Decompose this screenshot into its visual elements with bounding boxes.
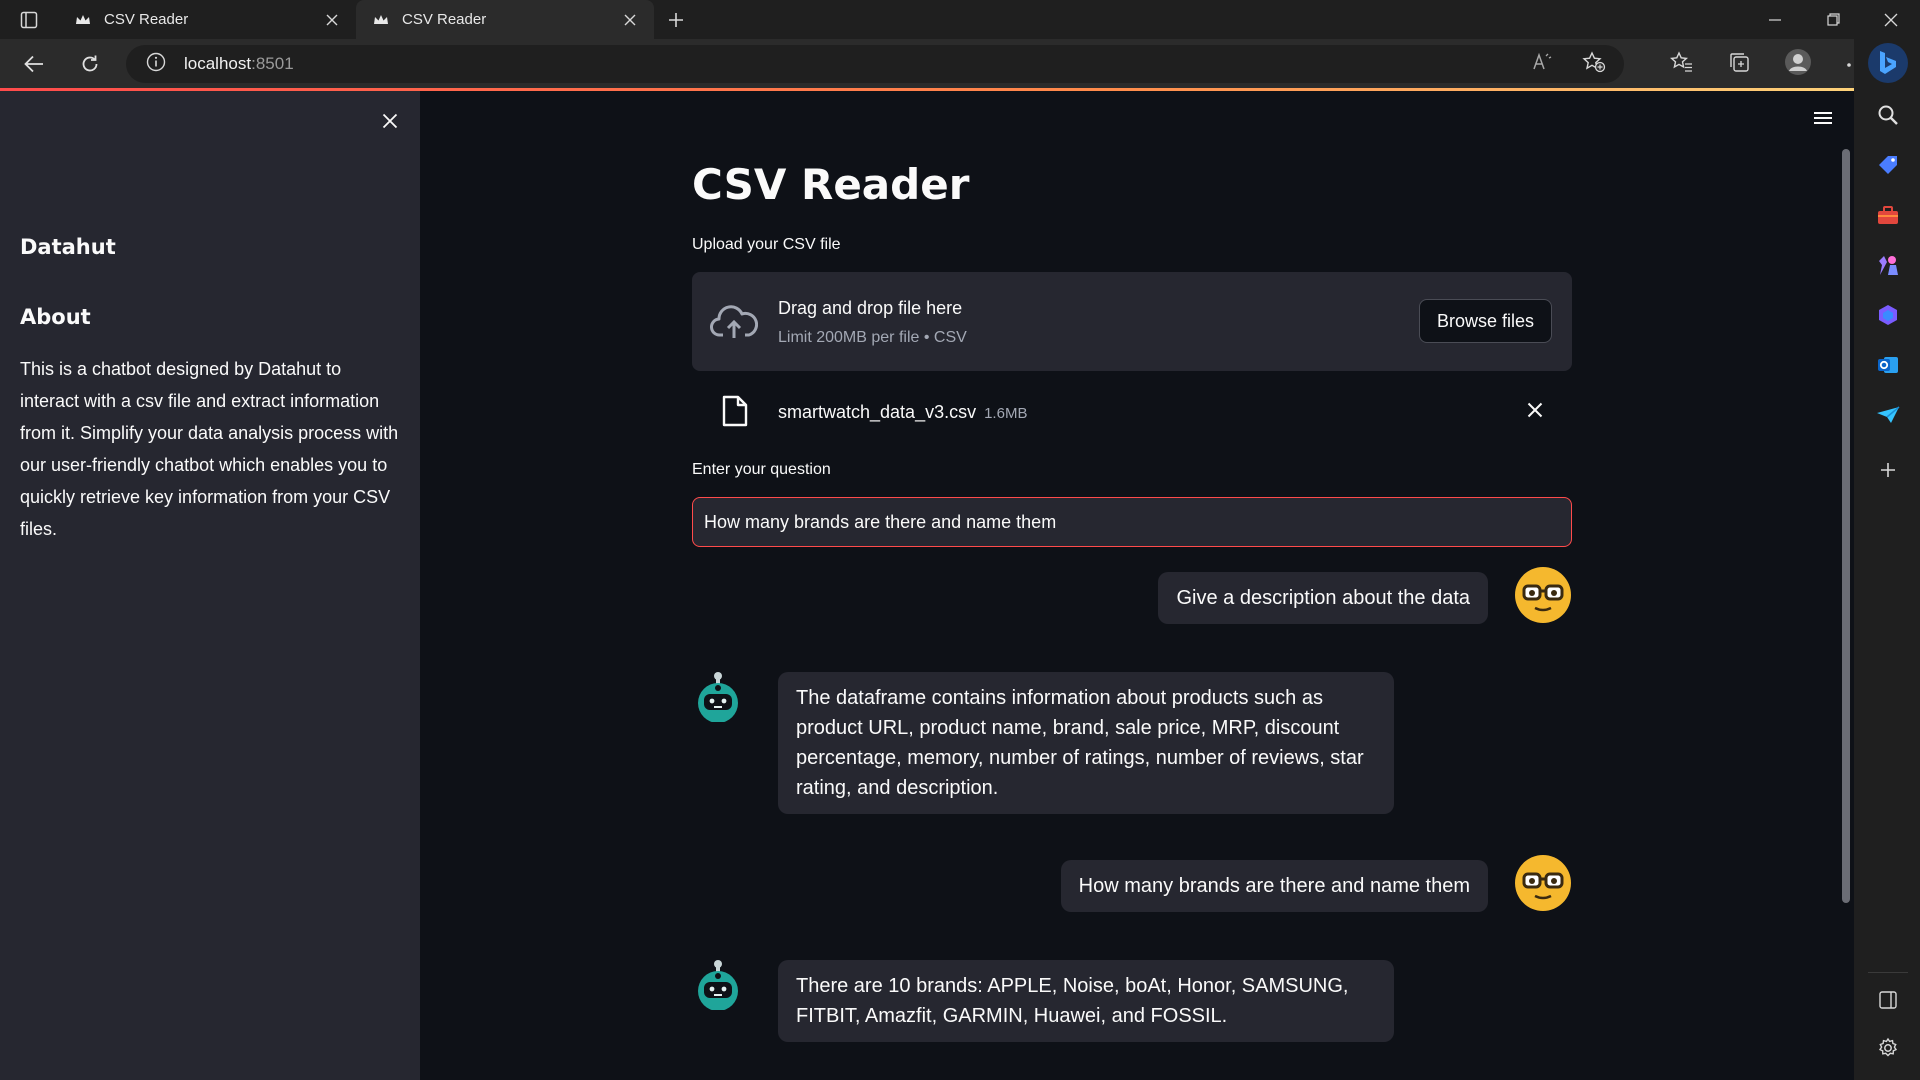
close-tab-icon[interactable] (322, 10, 342, 30)
user-message: Give a description about the data (1158, 572, 1488, 624)
bot-message: There are 10 brands: APPLE, Noise, boAt,… (778, 960, 1394, 1042)
edge-sidebar (1854, 39, 1920, 1080)
tab-bar: CSV Reader CSV Reader (0, 0, 1920, 39)
close-sidebar-icon[interactable] (378, 109, 402, 133)
crown-favicon-icon (372, 11, 390, 29)
sidebar-about-heading: About (20, 305, 91, 329)
uploaded-file: smartwatch_data_v3.csv 1.6MB (692, 385, 1572, 441)
file-name-text: smartwatch_data_v3.csv (778, 402, 977, 422)
new-tab-plus-icon[interactable] (654, 0, 698, 39)
close-tab-icon[interactable] (620, 10, 640, 30)
dropzone-text: Drag and drop file here (778, 298, 963, 318)
file-dropzone[interactable]: Drag and drop file here Limit 200MB per … (692, 272, 1572, 371)
user-avatar (1514, 854, 1572, 912)
bot-avatar (692, 670, 744, 723)
file-icon (722, 395, 748, 427)
outlook-icon[interactable] (1875, 352, 1901, 378)
url-bar[interactable]: localhost:8501 (126, 45, 1624, 83)
refresh-icon[interactable] (62, 39, 118, 89)
tab-title: CSV Reader (104, 11, 189, 28)
remove-file-icon[interactable] (1524, 399, 1546, 421)
app-sidebar: Datahut About This is a chatbot designed… (0, 91, 420, 1080)
favorite-add-icon[interactable] (1582, 50, 1606, 78)
back-icon[interactable] (6, 39, 62, 89)
read-aloud-icon[interactable] (1532, 52, 1554, 77)
send-icon[interactable] (1875, 402, 1901, 428)
browser-tab-active[interactable]: CSV Reader (356, 0, 654, 39)
url-port: :8501 (251, 54, 294, 73)
browser-tab[interactable]: CSV Reader (58, 0, 356, 39)
file-size: 1.6MB (984, 405, 1028, 422)
sidebar-about-text: This is a chatbot designed by Datahut to… (20, 359, 399, 539)
restore-icon[interactable] (1804, 0, 1862, 39)
split-screen-icon[interactable] (1875, 987, 1901, 1013)
collections-icon[interactable] (1728, 51, 1750, 78)
browse-files-button[interactable]: Browse files (1419, 299, 1552, 343)
bot-message: The dataframe contains information about… (778, 672, 1394, 814)
bot-avatar (692, 958, 744, 1011)
hamburger-icon[interactable] (1812, 109, 1834, 127)
bing-icon[interactable] (1868, 43, 1908, 83)
window-controls (1746, 0, 1920, 39)
minimize-icon[interactable] (1746, 0, 1804, 39)
url-host: localhost (184, 54, 252, 73)
favorites-icon[interactable] (1669, 50, 1694, 78)
games-icon[interactable] (1875, 252, 1901, 278)
question-input[interactable] (692, 497, 1572, 547)
scrollbar[interactable] (1842, 149, 1850, 903)
address-bar: localhost:8501 (0, 39, 1920, 89)
settings-icon[interactable] (1875, 1035, 1901, 1061)
tab-actions-icon[interactable] (0, 0, 58, 39)
edge-divider (1868, 972, 1908, 973)
page-title: CSV Reader (692, 160, 970, 209)
profile-icon[interactable] (1784, 48, 1812, 81)
info-icon[interactable] (146, 52, 166, 77)
tab-title: CSV Reader (402, 11, 487, 28)
file-name: smartwatch_data_v3.csv 1.6MB (778, 402, 1027, 423)
url-text: localhost:8501 (184, 54, 294, 74)
search-icon[interactable] (1875, 102, 1901, 128)
office-icon[interactable] (1875, 302, 1901, 328)
crown-favicon-icon (74, 11, 92, 29)
cloud-upload-icon (710, 302, 759, 342)
dropzone-limit: Limit 200MB per file • CSV (778, 329, 967, 346)
shopping-icon[interactable] (1875, 152, 1901, 178)
close-window-icon[interactable] (1862, 0, 1920, 39)
question-label: Enter your question (692, 461, 831, 478)
user-message: How many brands are there and name them (1060, 860, 1488, 912)
add-icon[interactable] (1875, 457, 1901, 483)
sidebar-brand: Datahut (20, 235, 116, 259)
user-avatar (1514, 566, 1572, 624)
tools-icon[interactable] (1875, 202, 1901, 228)
main-area: CSV Reader Upload your CSV file Drag and… (420, 91, 1854, 1080)
upload-label: Upload your CSV file (692, 236, 841, 253)
